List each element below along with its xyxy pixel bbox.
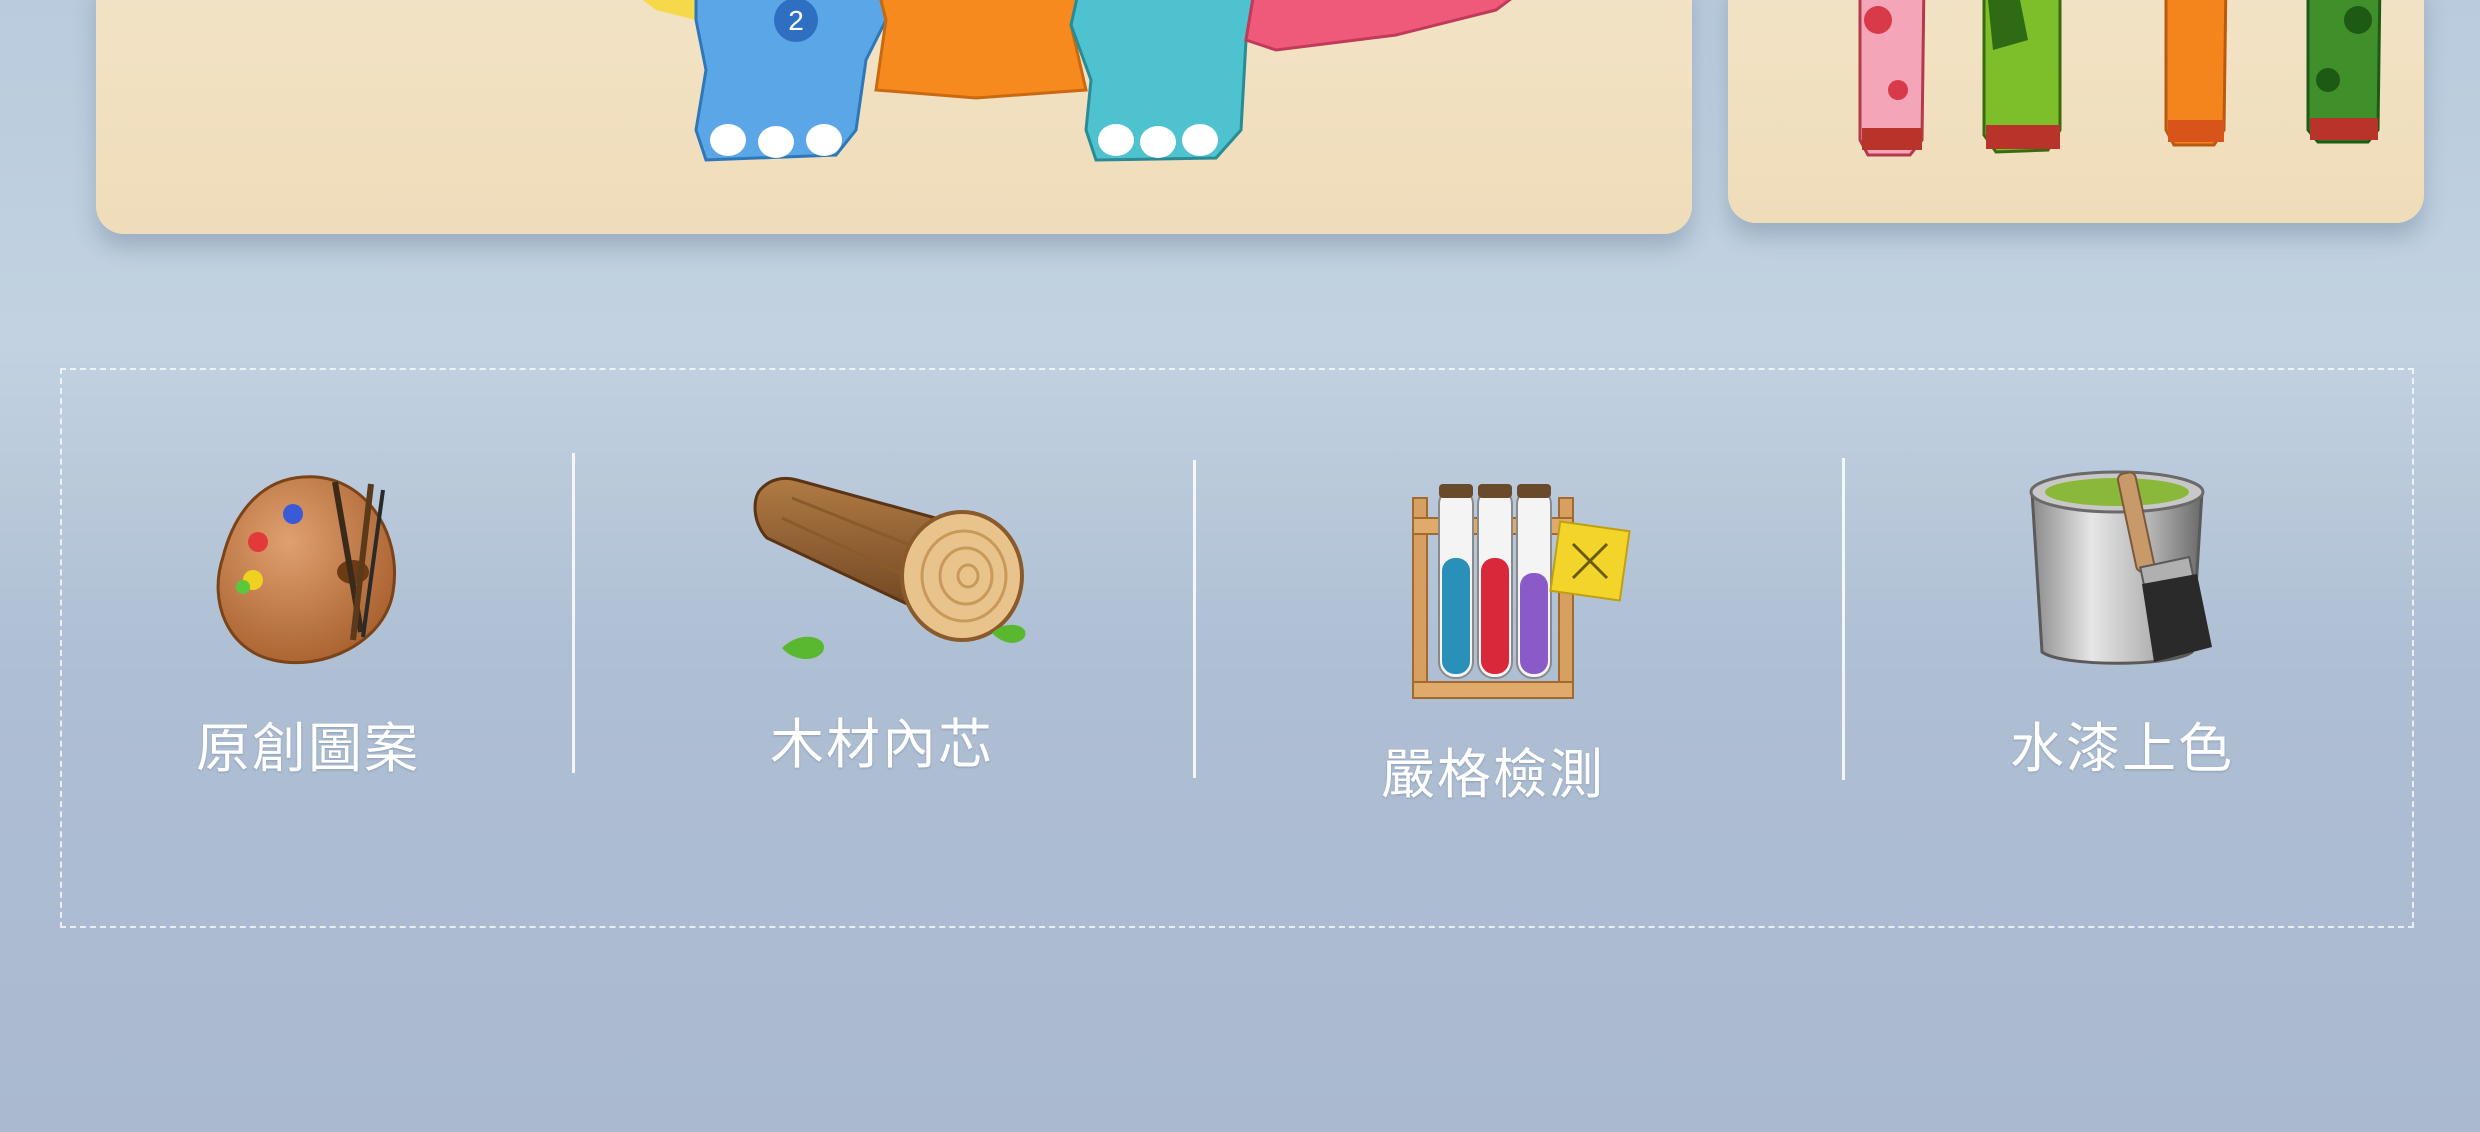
divider bbox=[1842, 458, 1845, 780]
feature-strict-testing: 嚴格檢測 bbox=[1293, 468, 1693, 809]
palette-icon bbox=[216, 475, 396, 665]
feature-label: 原創圖案 bbox=[196, 719, 420, 779]
feature-water-paint: 水漆上色 bbox=[1922, 462, 2322, 783]
puzzle-number: 2 bbox=[788, 5, 804, 36]
feature-wood-core: 木材內芯 bbox=[682, 468, 1082, 779]
dinosaur-puzzle-pieces: 2 bbox=[642, 0, 1512, 162]
puzzle-board-right bbox=[1728, 0, 2424, 223]
wood-log-icon bbox=[753, 476, 1026, 660]
paint-bucket-icon bbox=[2029, 470, 2212, 665]
feature-label: 木材內芯 bbox=[770, 715, 994, 775]
feature-original-design: 原創圖案 bbox=[108, 462, 508, 783]
feature-label: 水漆上色 bbox=[2010, 719, 2234, 779]
product-photo: 2 bbox=[0, 0, 2480, 260]
test-tubes-icon bbox=[1412, 484, 1631, 699]
divider bbox=[1193, 460, 1196, 778]
feature-label: 嚴格檢測 bbox=[1381, 745, 1605, 805]
crayon-puzzle-pieces bbox=[1858, 0, 2382, 157]
divider bbox=[572, 453, 575, 773]
puzzle-board-left: 2 bbox=[96, 0, 1692, 234]
